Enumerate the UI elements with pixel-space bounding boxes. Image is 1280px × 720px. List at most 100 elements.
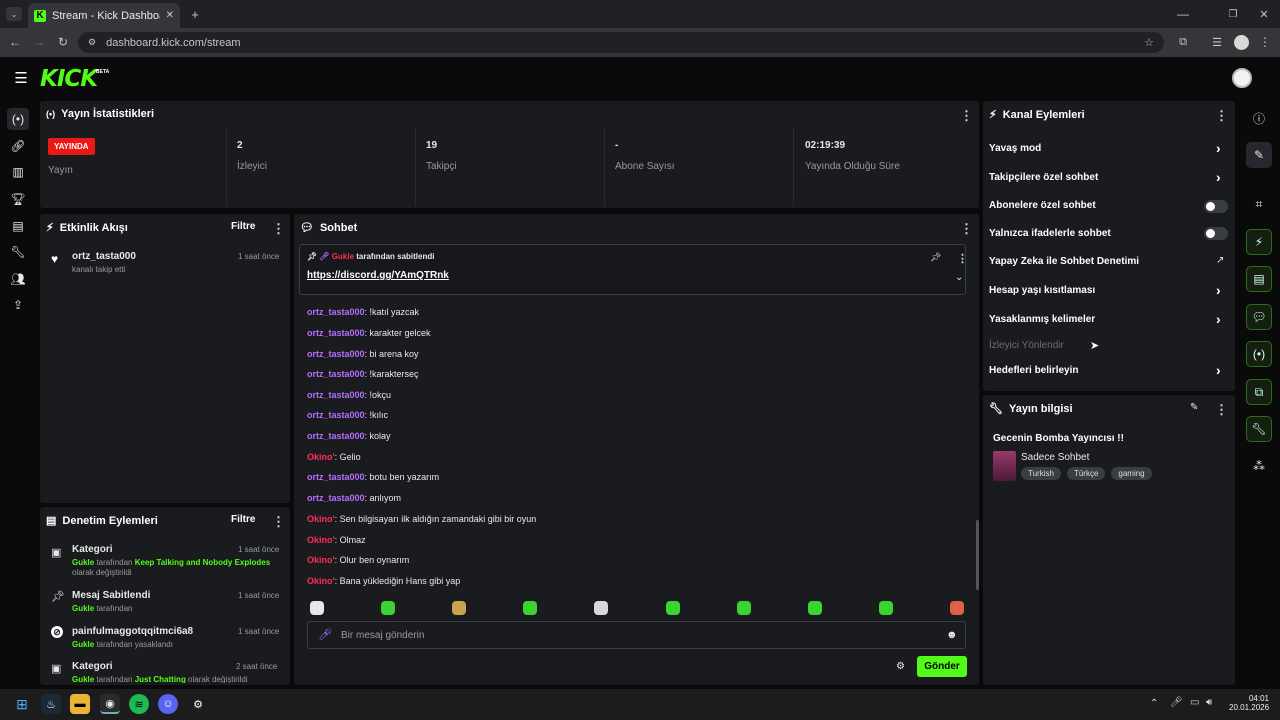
chat-username[interactable]: ortz_tasta000 — [307, 307, 365, 317]
hamburger-menu-icon[interactable]: ☰ — [12, 70, 30, 87]
chevron-right-icon[interactable]: › — [1216, 362, 1221, 378]
emote-icon[interactable] — [381, 601, 395, 615]
chat-username[interactable]: Okino' — [307, 576, 335, 586]
chevron-down-icon[interactable]: ⌄ — [955, 272, 963, 283]
mod-actor[interactable]: Gukle — [72, 558, 94, 567]
window-close-icon[interactable]: ✕ — [1257, 7, 1271, 21]
nav-media-icon[interactable]: ▤ — [7, 215, 29, 237]
stream-info-menu-icon[interactable]: ⋮ — [1215, 402, 1228, 418]
emote-icon[interactable] — [808, 601, 822, 615]
forward-icon[interactable]: → — [32, 35, 46, 49]
edit-mode-icon[interactable]: ✎ — [1246, 142, 1272, 168]
action-ai-moderation[interactable]: Yapay Zeka ile Sohbet Denetimi — [989, 256, 1139, 267]
browser-tab[interactable]: K Stream - Kick Dashboard ✕ — [28, 3, 180, 28]
chat-username[interactable]: Okino' — [307, 452, 335, 462]
tab-close-icon[interactable]: ✕ — [166, 10, 174, 21]
nav-stream-icon[interactable]: (•) — [7, 108, 29, 130]
chat-settings-icon[interactable]: ⚙ — [896, 661, 905, 672]
chat-username[interactable]: ortz_tasta000 — [307, 349, 365, 359]
rail-more-icon[interactable]: ⁂ — [1246, 453, 1272, 479]
stats-menu-icon[interactable]: ⋮ — [960, 108, 973, 124]
emote-icon[interactable] — [310, 601, 324, 615]
activity-filter-button[interactable]: Filtre — [231, 221, 255, 232]
mod-actor[interactable]: Gukle — [72, 640, 94, 649]
tag[interactable]: Türkçe — [1066, 467, 1106, 480]
moderation-menu-icon[interactable]: ⋮ — [272, 514, 285, 530]
back-icon[interactable]: ← — [8, 35, 22, 49]
action-followers-only[interactable]: Takipçilere özel sohbet — [989, 172, 1098, 183]
tab-search-icon[interactable]: ⌄ — [6, 7, 22, 21]
emote-icon[interactable] — [879, 601, 893, 615]
emote-icon[interactable] — [737, 601, 751, 615]
nav-upload-icon[interactable]: ⇪ — [7, 294, 29, 316]
action-slow-mode[interactable]: Yavaş mod — [989, 143, 1041, 154]
kick-logo[interactable]: KICK — [40, 66, 98, 92]
stream-category[interactable]: Sadece Sohbet — [1021, 452, 1089, 463]
steam-icon[interactable]: ♨ — [41, 694, 61, 714]
emoji-picker-icon[interactable]: ☻ — [946, 629, 958, 641]
rail-channel-actions-icon[interactable]: ⧉ — [1246, 379, 1272, 405]
chat-menu-icon[interactable]: ⋮ — [960, 221, 973, 237]
focus-icon[interactable]: ⌗ — [1246, 191, 1272, 217]
nav-links-icon[interactable]: 🔗︎ — [7, 135, 29, 157]
pinned-menu-icon[interactable]: ⋮ — [957, 252, 968, 265]
activity-menu-icon[interactable]: ⋮ — [272, 221, 285, 237]
profile-avatar[interactable] — [1234, 35, 1249, 50]
chat-username[interactable]: Okino' — [307, 555, 335, 565]
emote-icon[interactable] — [452, 601, 466, 615]
file-explorer-icon[interactable]: ▬ — [70, 694, 90, 714]
chat-username[interactable]: ortz_tasta000 — [307, 493, 365, 503]
chat-username[interactable]: ortz_tasta000 — [307, 410, 365, 420]
pinned-by[interactable]: Gukle — [332, 252, 354, 261]
emotes-only-toggle[interactable] — [1204, 227, 1228, 240]
user-avatar[interactable] — [1232, 68, 1252, 88]
rail-activity-icon[interactable]: ⚡︎ — [1246, 229, 1272, 255]
chat-username[interactable]: ortz_tasta000 — [307, 431, 365, 441]
nav-trophy-icon[interactable]: 🏆︎ — [7, 188, 29, 210]
extensions-icon[interactable]: ⧉ — [1176, 35, 1190, 49]
activity-user[interactable]: ortz_tasta000 — [72, 251, 136, 262]
chat-username[interactable]: ortz_tasta000 — [307, 472, 365, 482]
nav-community-icon[interactable]: 👥︎ — [7, 268, 29, 290]
chat-username[interactable]: Okino' — [307, 535, 335, 545]
mod-actor[interactable]: Gukle — [72, 675, 94, 683]
rail-stats-icon[interactable]: (•) — [1246, 341, 1272, 367]
channel-actions-menu-icon[interactable]: ⋮ — [1215, 108, 1228, 124]
spotify-icon[interactable]: ≋ — [129, 694, 149, 714]
url-field[interactable]: ⚙ dashboard.kick.com/stream ☆ — [78, 32, 1164, 53]
emote-icon[interactable] — [666, 601, 680, 615]
chevron-right-icon[interactable]: › — [1216, 311, 1221, 327]
tray-chevron-icon[interactable]: ⌃ — [1150, 698, 1158, 709]
discord-icon[interactable]: ☺ — [158, 694, 178, 714]
tag[interactable]: gaming — [1111, 467, 1152, 480]
send-button[interactable]: Gönder — [917, 656, 967, 677]
reload-icon[interactable]: ↻ — [56, 35, 70, 49]
chat-username[interactable]: ortz_tasta000 — [307, 390, 365, 400]
chevron-right-icon[interactable]: › — [1216, 140, 1221, 156]
action-set-goals[interactable]: Hedefleri belirleyin — [989, 365, 1078, 376]
chevron-right-icon[interactable]: › — [1216, 282, 1221, 298]
moderation-filter-button[interactable]: Filtre — [231, 514, 255, 525]
new-tab-button[interactable]: + — [188, 6, 202, 22]
volume-icon[interactable]: 🔊︎ — [1206, 697, 1212, 708]
chat-scrollbar[interactable] — [976, 520, 979, 590]
clock[interactable]: 04:01 20.01.2026 — [1229, 694, 1269, 712]
chat-username[interactable]: Okino' — [307, 514, 335, 524]
reading-list-icon[interactable]: ☰ — [1210, 35, 1224, 49]
minimize-icon[interactable]: — — [1176, 7, 1190, 21]
rail-moderation-icon[interactable]: ▤ — [1246, 266, 1272, 292]
external-link-icon[interactable]: ↗ — [1216, 255, 1224, 266]
subscribers-only-toggle[interactable] — [1204, 200, 1228, 213]
unpin-icon[interactable]: 📌︎ — [930, 252, 941, 263]
chat-username[interactable]: ortz_tasta000 — [307, 369, 365, 379]
chrome-icon[interactable]: ◉ — [100, 694, 120, 714]
maximize-icon[interactable]: ❐ — [1226, 7, 1240, 21]
mod-actor[interactable]: Gukle — [72, 604, 94, 613]
emote-icon[interactable] — [950, 601, 964, 615]
emote-icon[interactable] — [523, 601, 537, 615]
bookmark-star-icon[interactable]: ☆ — [1144, 36, 1154, 49]
rail-chat-icon[interactable]: 💬︎ — [1246, 304, 1272, 330]
info-icon[interactable]: ⓘ — [1246, 105, 1272, 131]
tag[interactable]: Turkish — [1021, 467, 1061, 480]
action-account-age[interactable]: Hesap yaşı kısıtlaması — [989, 285, 1095, 296]
